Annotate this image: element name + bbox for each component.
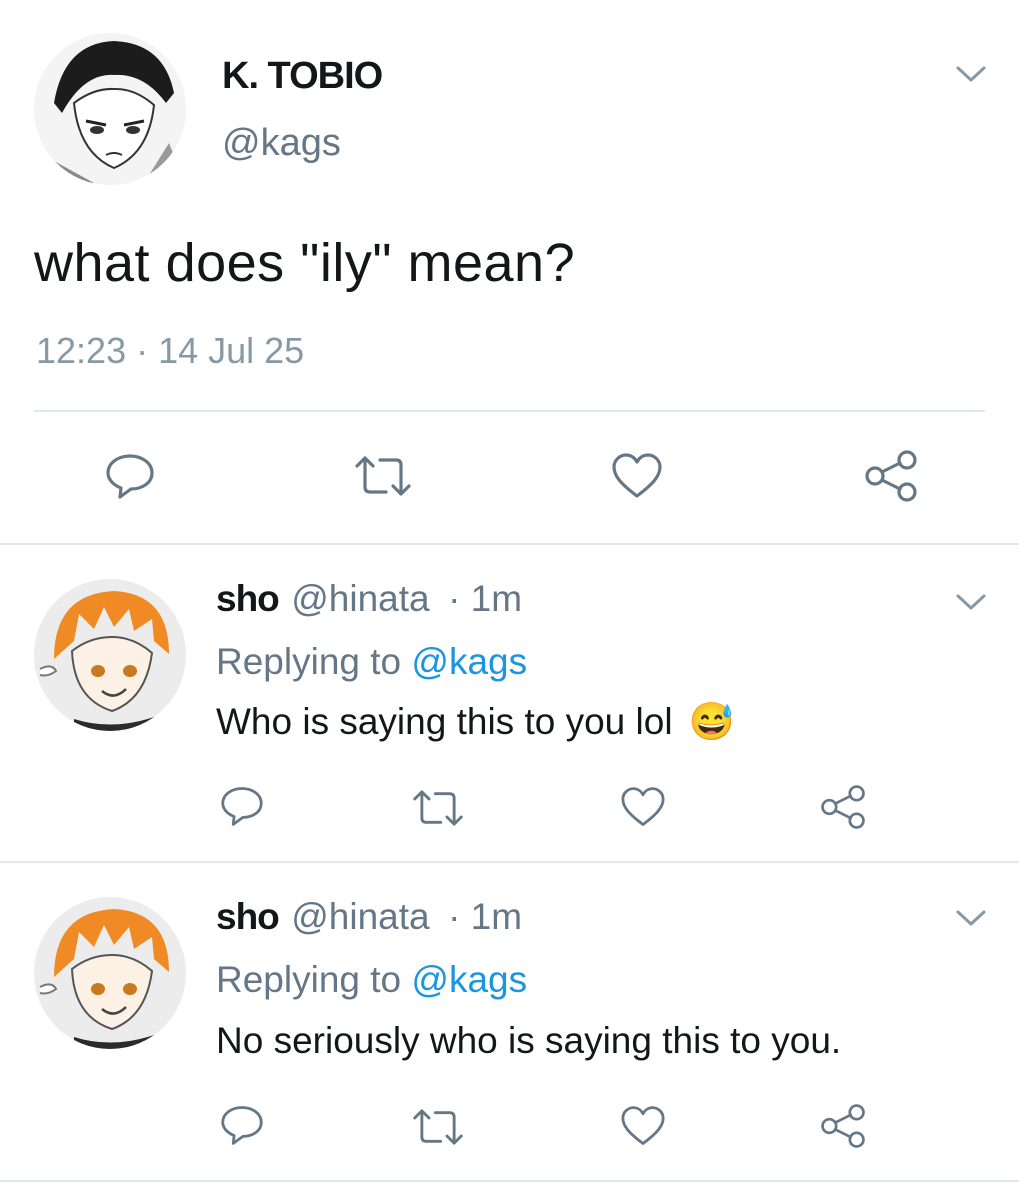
grinning-sweat-emoji: 😅 xyxy=(688,701,735,742)
replying-to: Replying to @kags xyxy=(216,641,527,683)
retweet-icon[interactable] xyxy=(412,788,464,828)
avatar-drawing xyxy=(34,579,186,731)
share-icon[interactable] xyxy=(820,1103,866,1149)
chevron-down-icon[interactable] xyxy=(955,590,987,614)
reply-time[interactable]: · 1m xyxy=(448,578,522,619)
avatar[interactable] xyxy=(34,897,186,1049)
replying-label: Replying to xyxy=(216,641,402,682)
share-icon[interactable] xyxy=(820,784,866,830)
reply-text-content: Who is saying this to you lol xyxy=(216,701,673,742)
reply-text: No seriously who is saying this to you. xyxy=(216,1020,842,1061)
like-icon[interactable] xyxy=(611,452,663,500)
timestamp-divider xyxy=(34,410,985,412)
display-name[interactable]: sho xyxy=(216,578,280,619)
replying-label: Replying to xyxy=(216,959,402,1000)
replying-mention[interactable]: @kags xyxy=(411,641,527,682)
user-handle[interactable]: @hinata xyxy=(291,896,429,937)
retweet-icon[interactable] xyxy=(412,1107,464,1147)
reply-time[interactable]: · 1m xyxy=(448,896,522,937)
retweet-icon[interactable] xyxy=(354,454,412,498)
user-handle[interactable]: @kags xyxy=(222,122,341,165)
replying-to: Replying to @kags xyxy=(216,959,527,1001)
display-name[interactable]: sho xyxy=(216,896,280,937)
display-name[interactable]: K. TOBIO xyxy=(222,55,383,98)
reply-header: sho @hinata · 1m xyxy=(216,578,522,620)
replying-mention[interactable]: @kags xyxy=(411,959,527,1000)
tweet-text: what does "ily" mean? xyxy=(34,233,576,293)
tweet-divider xyxy=(0,543,1019,545)
chevron-down-icon[interactable] xyxy=(955,62,987,86)
reply-icon[interactable] xyxy=(219,1104,265,1146)
reply-icon[interactable] xyxy=(104,452,156,500)
chevron-down-icon[interactable] xyxy=(955,906,987,930)
avatar[interactable] xyxy=(34,33,186,185)
tweet-divider xyxy=(0,861,1019,863)
like-icon[interactable] xyxy=(620,1105,666,1147)
avatar[interactable] xyxy=(34,579,186,731)
user-handle[interactable]: @hinata xyxy=(291,578,429,619)
reply-text: Who is saying this to you lol 😅 xyxy=(216,701,735,744)
tweet-timestamp[interactable]: 12:23 · 14 Jul 25 xyxy=(36,330,304,372)
reply-icon[interactable] xyxy=(219,785,265,827)
avatar-drawing xyxy=(34,33,186,185)
avatar-drawing xyxy=(34,897,186,1049)
reply-header: sho @hinata · 1m xyxy=(216,896,522,938)
like-icon[interactable] xyxy=(620,786,666,828)
share-icon[interactable] xyxy=(864,450,918,502)
tweet-divider xyxy=(0,1180,1019,1182)
